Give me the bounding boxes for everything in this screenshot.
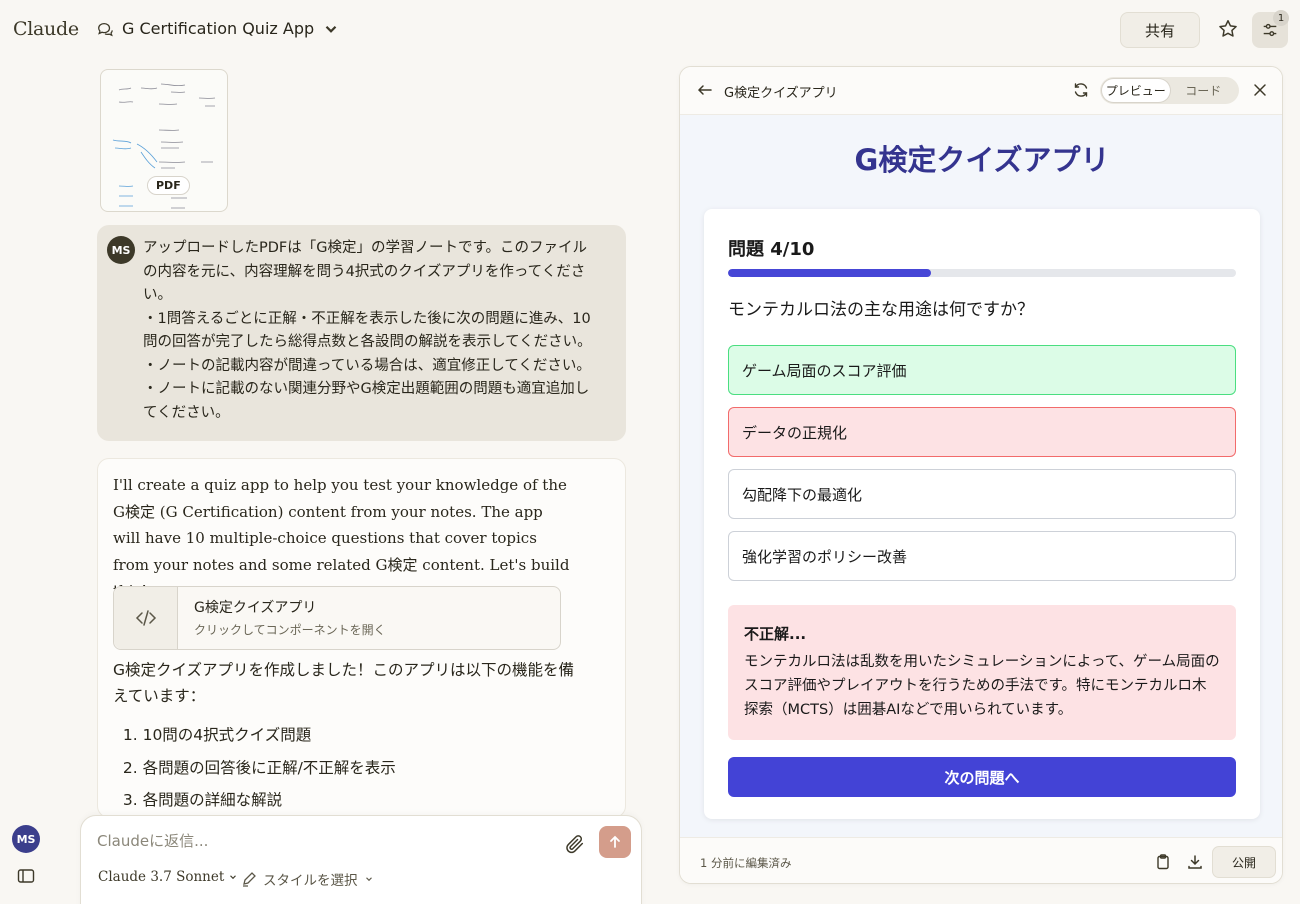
refresh-button[interactable] bbox=[1072, 81, 1090, 99]
feedback-explanation: モンテカルロ法は乱数を用いたシミュレーションによって、ゲーム局面のスコア評価やプ… bbox=[744, 654, 1220, 718]
send-button[interactable] bbox=[599, 826, 631, 858]
tab-preview[interactable]: プレビュー bbox=[1102, 79, 1170, 102]
arrow-up-icon bbox=[610, 835, 620, 848]
sidebar-icon bbox=[17, 869, 35, 883]
feedback-box: 不正解... モンテカルロ法は乱数を用いたシミュレーションによって、ゲーム局面の… bbox=[728, 605, 1236, 740]
attach-button[interactable] bbox=[564, 833, 586, 855]
paperclip-icon bbox=[566, 835, 584, 854]
artifact-panel-title: G検定クイズアプリ bbox=[724, 86, 838, 101]
feedback-title: 不正解... bbox=[744, 625, 807, 643]
view-toggle: プレビュー コード bbox=[1100, 77, 1239, 104]
style-selector[interactable]: スタイルを選択 bbox=[241, 869, 374, 889]
user-message-line: ・1問答えるごとに正解・不正解を表示した後に次の問題に進み、10問の回答が完了し… bbox=[143, 310, 592, 351]
answer-option-correct[interactable]: ゲーム局面のスコア評価 bbox=[728, 345, 1236, 395]
assistant-message: I'll create a quiz app to help you test … bbox=[97, 458, 626, 818]
chat-title-menu[interactable]: G Certification Quiz App bbox=[96, 19, 340, 38]
feature-list: 1. 10問の4択式クイズ問題 2. 各問題の回答後に正解/不正解を表示 3. … bbox=[113, 719, 396, 817]
chevron-down-icon bbox=[365, 877, 372, 882]
star-button[interactable] bbox=[1213, 14, 1243, 44]
tab-code[interactable]: コード bbox=[1170, 79, 1238, 102]
reply-input[interactable]: Claudeに返信... bbox=[97, 830, 208, 851]
chevron-down-icon bbox=[325, 25, 337, 33]
model-name: Claude 3.7 Sonnet bbox=[98, 869, 225, 885]
user-message-line: アップロードしたPDFは「G検定」の学習ノートです。このファイルの内容を元に、内… bbox=[143, 240, 588, 303]
share-button[interactable]: 共有 bbox=[1120, 12, 1200, 48]
artifact-card[interactable]: G検定クイズアプリ クリックしてコンポーネントを開く bbox=[113, 586, 561, 650]
top-bar: Claude G Certification Quiz App 共有 1 bbox=[0, 0, 1300, 60]
pdf-attachment-thumbnail[interactable]: PDF bbox=[100, 69, 228, 212]
artifact-panel-header: G検定クイズアプリ プレビュー コード bbox=[680, 67, 1282, 115]
answer-option-selected-wrong[interactable]: データの正規化 bbox=[728, 407, 1236, 457]
artifact-preview: G検定クイズアプリ 問題 4/10 モンテカルロ法の主な用途は何ですか？ ゲーム… bbox=[680, 115, 1282, 837]
progress-fill bbox=[728, 269, 932, 277]
refresh-icon bbox=[1074, 83, 1088, 97]
account-avatar[interactable]: MS bbox=[12, 825, 40, 853]
chat-title-text: G Certification Quiz App bbox=[122, 19, 315, 38]
code-icon bbox=[135, 610, 156, 626]
user-message-line: ・ノートに記載のない関連分野やG検定出題範囲の問題も適宜追加してください。 bbox=[143, 381, 590, 421]
star-icon bbox=[1219, 20, 1237, 37]
answer-option[interactable]: 強化学習のポリシー改善 bbox=[728, 531, 1236, 581]
publish-button[interactable]: 公開 bbox=[1212, 846, 1276, 878]
next-question-button[interactable]: 次の問題へ bbox=[728, 757, 1236, 797]
download-icon bbox=[1188, 855, 1202, 869]
answer-option[interactable]: 勾配降下の最適化 bbox=[728, 469, 1236, 519]
pdf-badge: PDF bbox=[147, 176, 190, 195]
list-item: 3. 各問題の詳細な解説 bbox=[113, 791, 283, 809]
pen-style-icon bbox=[243, 872, 256, 887]
edited-timestamp: 1 分前に編集済み bbox=[700, 856, 792, 870]
progress-bar bbox=[728, 269, 1236, 277]
close-icon bbox=[1254, 84, 1266, 96]
user-message-text: アップロードしたPDFは「G検定」の学習ノートです。このファイルの内容を元に、内… bbox=[143, 237, 598, 425]
back-button[interactable] bbox=[696, 81, 714, 99]
claude-logo[interactable]: Claude bbox=[13, 18, 79, 40]
artifact-info: G検定クイズアプリ クリックしてコンポーネントを開く bbox=[178, 587, 402, 649]
artifact-panel-footer: 1 分前に編集済み 公開 bbox=[680, 837, 1282, 883]
model-selector[interactable]: Claude 3.7 Sonnet bbox=[98, 869, 238, 885]
sidebar-toggle-button[interactable] bbox=[17, 868, 35, 884]
assistant-intro-text: I'll create a quiz app to help you test … bbox=[113, 476, 570, 600]
artifact-title: G検定クイズアプリ bbox=[194, 600, 317, 616]
artifact-panel: G検定クイズアプリ プレビュー コード G検定クイズアプリ 問題 4/10 モン… bbox=[679, 66, 1283, 884]
copy-button[interactable] bbox=[1154, 853, 1172, 871]
reply-composer: Claudeに返信... Claude 3.7 Sonnet スタイルを選択 bbox=[80, 815, 642, 904]
close-panel-button[interactable] bbox=[1251, 81, 1269, 99]
arrow-left-icon bbox=[697, 85, 712, 95]
artifact-subtitle: クリックしてコンポーネントを開く bbox=[194, 623, 386, 637]
clipboard-icon bbox=[1157, 854, 1169, 870]
artifact-icon-box bbox=[114, 587, 178, 649]
quiz-card: 問題 4/10 モンテカルロ法の主な用途は何ですか？ ゲーム局面のスコア評価 デ… bbox=[704, 209, 1260, 819]
settings-count-badge: 1 bbox=[1273, 10, 1289, 26]
chevron-down-icon bbox=[230, 875, 237, 880]
quiz-app-title: G検定クイズアプリ bbox=[854, 143, 1110, 177]
chat-bubble-icon bbox=[98, 22, 113, 36]
question-counter: 問題 4/10 bbox=[728, 239, 815, 260]
list-item: 1. 10問の4択式クイズ問題 bbox=[113, 726, 312, 744]
assistant-outro-text: G検定クイズアプリを作成しました！このアプリは以下の機能を備えています： bbox=[113, 661, 575, 705]
user-avatar: MS bbox=[107, 236, 135, 264]
user-message: MS アップロードしたPDFは「G検定」の学習ノートです。このファイルの内容を元… bbox=[97, 225, 626, 441]
user-message-line: ・ノートの記載内容が間違っている場合は、適宜修正してください。 bbox=[143, 357, 591, 374]
download-button[interactable] bbox=[1186, 853, 1204, 871]
list-item: 2. 各問題の回答後に正解/不正解を表示 bbox=[113, 758, 396, 777]
question-text: モンテカルロ法の主な用途は何ですか？ bbox=[728, 300, 1034, 320]
style-label: スタイルを選択 bbox=[263, 873, 358, 889]
